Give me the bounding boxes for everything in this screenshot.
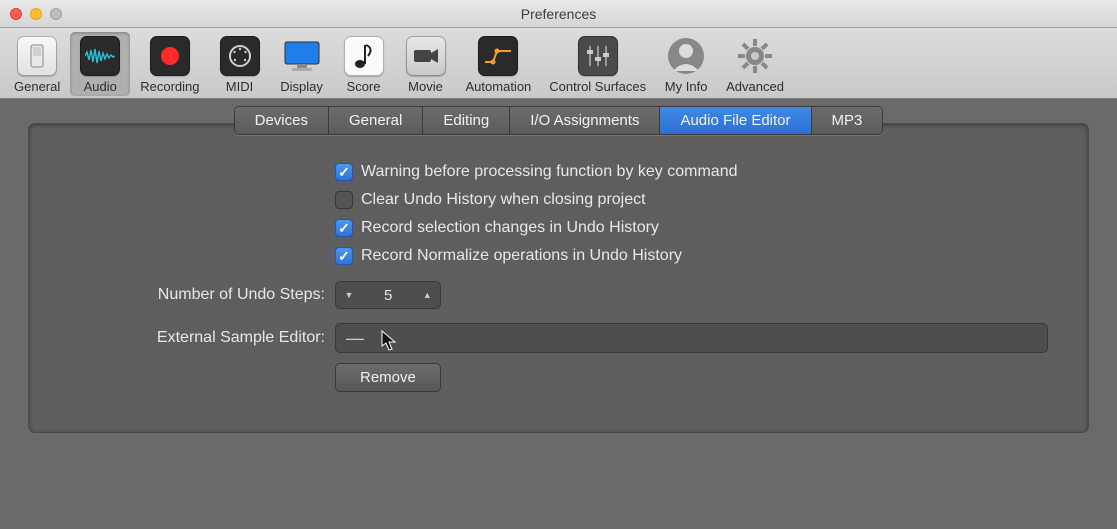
- panel-body: Devices General Editing I/O Assignments …: [0, 99, 1117, 457]
- toolbar-item-general[interactable]: General: [6, 32, 68, 96]
- checkbox-warn-before-processing[interactable]: [335, 163, 353, 181]
- toolbar-label: Audio: [84, 79, 117, 94]
- toolbar-item-display[interactable]: Display: [272, 32, 332, 96]
- form-area: Warning before processing function by ke…: [29, 163, 1088, 392]
- toolbar-item-recording[interactable]: Recording: [132, 32, 207, 96]
- waveform-icon: [80, 36, 120, 76]
- display-icon: [282, 36, 322, 76]
- toolbar-label: General: [14, 79, 60, 94]
- gear-icon: [735, 36, 775, 76]
- toolbar-item-advanced[interactable]: Advanced: [718, 32, 792, 96]
- tab-audio-file-editor[interactable]: Audio File Editor: [660, 107, 811, 134]
- tab-mp3[interactable]: MP3: [812, 107, 883, 134]
- undo-steps-value: 5: [362, 287, 414, 304]
- toolbar-item-audio[interactable]: Audio: [70, 32, 130, 96]
- chevron-up-icon[interactable]: ▲: [414, 282, 440, 308]
- toolbar-label: Automation: [466, 79, 532, 94]
- checkbox-record-normalize[interactable]: [335, 247, 353, 265]
- camera-icon: [406, 36, 446, 76]
- titlebar: Preferences: [0, 0, 1117, 28]
- automation-icon: [478, 36, 518, 76]
- cursor-icon: [381, 330, 399, 352]
- undo-steps-label: Number of Undo Steps:: [69, 286, 325, 304]
- tab-general[interactable]: General: [329, 107, 423, 134]
- external-editor-label: External Sample Editor:: [69, 329, 325, 347]
- checkbox-label: Warning before processing function by ke…: [361, 163, 737, 181]
- toolbar-label: MIDI: [226, 79, 253, 94]
- record-icon: [150, 36, 190, 76]
- toolbar-item-movie[interactable]: Movie: [396, 32, 456, 96]
- tab-io-assignments[interactable]: I/O Assignments: [510, 107, 660, 134]
- checkbox-clear-undo-history[interactable]: [335, 191, 353, 209]
- faders-icon: [578, 36, 618, 76]
- checkbox-label: Record Normalize operations in Undo Hist…: [361, 247, 682, 265]
- toolbar-label: Display: [280, 79, 323, 94]
- toolbar-label: Advanced: [726, 79, 784, 94]
- checkbox-label: Clear Undo History when closing project: [361, 191, 646, 209]
- undo-steps-stepper[interactable]: ▼ 5 ▲: [335, 281, 441, 309]
- toolbar-label: Score: [347, 79, 381, 94]
- prefs-toolbar: General Audio Recording MIDI Display Sco…: [0, 28, 1117, 99]
- toolbar-label: Control Surfaces: [549, 79, 646, 94]
- chevron-down-icon[interactable]: ▼: [336, 282, 362, 308]
- tab-devices[interactable]: Devices: [235, 107, 329, 134]
- tab-editing[interactable]: Editing: [423, 107, 510, 134]
- midi-icon: [220, 36, 260, 76]
- toolbar-item-midi[interactable]: MIDI: [210, 32, 270, 96]
- remove-button[interactable]: Remove: [335, 363, 441, 392]
- checkbox-label: Record selection changes in Undo History: [361, 219, 659, 237]
- external-editor-value: —: [346, 328, 364, 349]
- toolbar-label: My Info: [665, 79, 708, 94]
- switch-icon: [17, 36, 57, 76]
- window-title: Preferences: [0, 6, 1117, 22]
- toolbar-label: Recording: [140, 79, 199, 94]
- toolbar-item-my-info[interactable]: My Info: [656, 32, 716, 96]
- person-icon: [666, 36, 706, 76]
- panel-inset: Devices General Editing I/O Assignments …: [28, 123, 1089, 433]
- external-sample-editor-field[interactable]: —: [335, 323, 1048, 353]
- checkbox-record-selection-changes[interactable]: [335, 219, 353, 237]
- audio-subtabs: Devices General Editing I/O Assignments …: [29, 106, 1088, 135]
- toolbar-item-control-surfaces[interactable]: Control Surfaces: [541, 32, 654, 96]
- toolbar-item-score[interactable]: Score: [334, 32, 394, 96]
- toolbar-item-automation[interactable]: Automation: [458, 32, 540, 96]
- toolbar-label: Movie: [408, 79, 443, 94]
- music-note-icon: [344, 36, 384, 76]
